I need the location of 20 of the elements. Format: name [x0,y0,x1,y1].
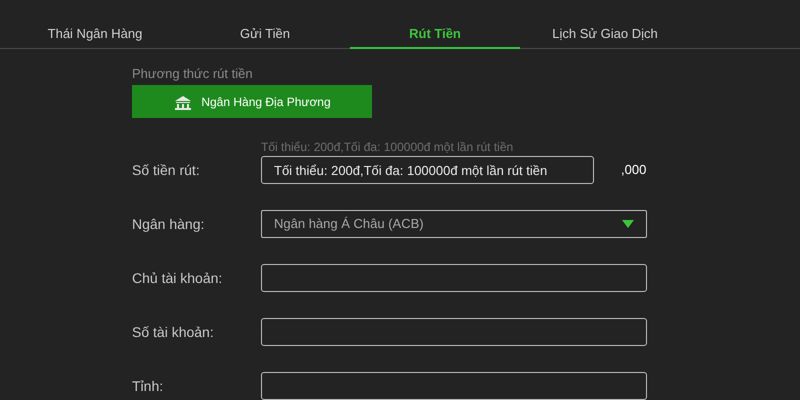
amount-suffix: ,000 [621,161,646,180]
input-field[interactable] [261,264,647,292]
tab[interactable]: Thái Ngân Hàng [10,20,180,49]
hint-text: Tối thiểu: 200đ,Tối đa: 100000đ một lần rút tiền [261,139,514,154]
amount-field[interactable]: Tối thiểu: 200đ,Tối đa: 100000đ một lần rút tiền [261,156,594,184]
field-label: Số tài khoản: [132,322,215,342]
input-field[interactable] [261,318,647,346]
field-label: Ngân hàng: [132,214,206,234]
field-label: Chủ tài khoản: [132,268,224,288]
field-label: Tỉnh: [132,376,164,396]
dropdown-icon [622,220,634,228]
bank-icon [173,94,194,110]
bank-select[interactable]: Ngân hàng Á Châu (ACB) [261,210,647,238]
tab[interactable]: Gửi Tiền [180,20,350,49]
bank-method-button[interactable]: Ngân Hàng Địa Phương [132,85,372,118]
section-label: Phương thức rút tiền [132,65,254,82]
tab[interactable]: Lịch Sử Giao Dịch [520,20,690,49]
input-field[interactable] [261,372,647,400]
field-label: Số tiền rút: [132,160,201,180]
tab[interactable]: Rút Tiền [350,20,520,49]
